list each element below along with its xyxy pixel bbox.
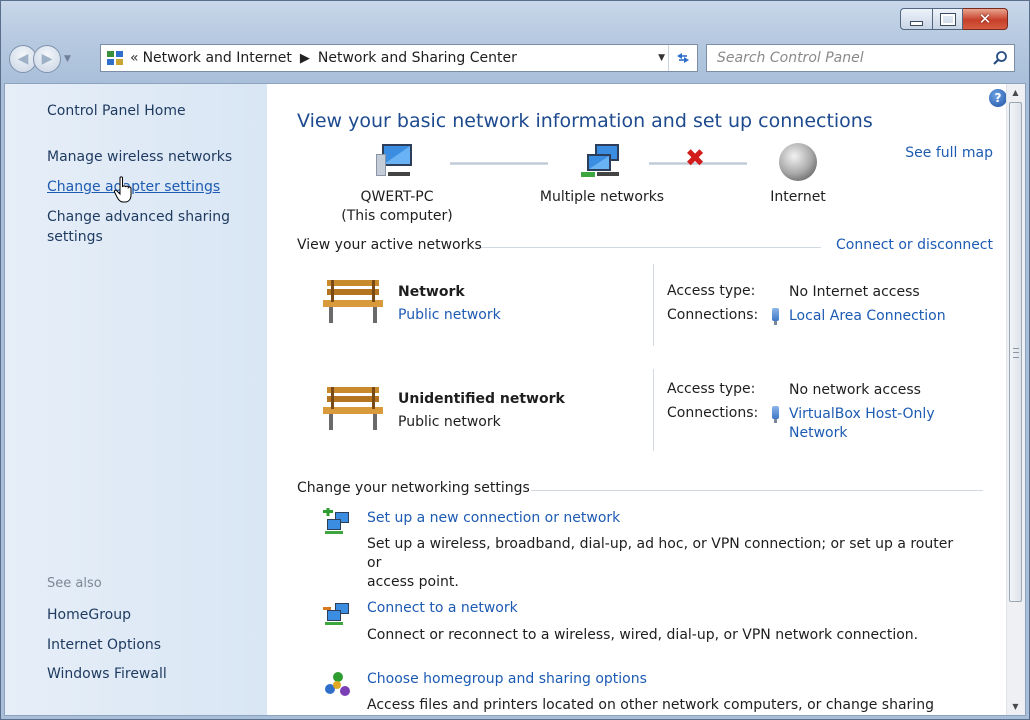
close-icon: ✕: [978, 10, 992, 28]
search-input[interactable]: [717, 50, 987, 66]
network-2-divider: [653, 369, 654, 451]
networking-settings-heading: Change your networking settings: [297, 480, 530, 496]
network-2-access-label: Access type:: [667, 381, 756, 397]
forward-arrow-icon: ▶: [41, 51, 53, 67]
internet-options-link[interactable]: Internet Options: [47, 635, 161, 655]
see-also-heading: See also: [47, 576, 102, 591]
connect-to-network-description: Connect or reconnect to a wireless, wire…: [367, 627, 919, 643]
map-internet-label: Internet: [770, 189, 826, 205]
ethernet-plug-icon: [772, 406, 779, 423]
network-1-name: Network: [398, 284, 465, 300]
active-networks-heading: View your active networks: [297, 237, 482, 253]
breadcrumb-network-sharing-center[interactable]: Network and Sharing Center: [318, 50, 517, 66]
connection-value-line-2: Network: [789, 425, 848, 441]
virtualbox-host-only-network-link[interactable]: VirtualBox Host-Only Network: [789, 405, 935, 443]
minimize-button[interactable]: [900, 8, 933, 30]
forward-button[interactable]: ▶: [33, 45, 61, 73]
connect-or-disconnect-link[interactable]: Connect or disconnect: [836, 237, 993, 253]
search-box: [706, 44, 1015, 72]
refresh-icon: [677, 53, 689, 63]
map-networks-label: Multiple networks: [539, 189, 665, 205]
computer-name: QWERT-PC: [360, 189, 434, 205]
page-title: View your basic network information and …: [297, 110, 873, 132]
manage-wireless-networks-link[interactable]: Manage wireless networks: [47, 147, 232, 167]
search-icon[interactable]: [992, 50, 1008, 66]
scrollbar-thumb[interactable]: [1009, 102, 1022, 602]
control-panel-home-link[interactable]: Control Panel Home: [47, 101, 186, 121]
control-panel-icon: [106, 50, 124, 66]
network-1-access-label: Access type:: [667, 283, 756, 299]
vertical-scrollbar[interactable]: ▲ ▼: [1006, 84, 1025, 715]
close-button[interactable]: ✕: [963, 8, 1008, 30]
task-1-desc-line-2: access point.: [367, 574, 459, 590]
homegroup-link[interactable]: HomeGroup: [47, 605, 131, 625]
globe-icon: [779, 143, 817, 181]
computer-sub: (This computer): [341, 208, 453, 224]
address-dropdown-icon[interactable]: ▼: [658, 53, 665, 63]
network-1-category-link[interactable]: Public network: [398, 307, 501, 323]
setup-new-connection-description: Set up a wireless, broadband, dial-up, a…: [367, 535, 967, 592]
computer-icon: [376, 144, 412, 176]
content-area: Control Panel Home Manage wireless netwo…: [4, 83, 1026, 716]
network-2-name: Unidentified network: [398, 391, 565, 407]
homegroup-sharing-options-link[interactable]: Choose homegroup and sharing options: [367, 671, 647, 687]
network-2-access-value: No network access: [789, 382, 921, 398]
network-2-category: Public network: [398, 414, 501, 430]
scroll-down-arrow-icon[interactable]: ▼: [1007, 698, 1024, 715]
task-1-desc-line-1: Set up a wireless, broadband, dial-up, a…: [367, 536, 954, 571]
address-bar[interactable]: « Network and Internet ▶ Network and Sha…: [100, 44, 698, 72]
maximize-button[interactable]: [933, 8, 963, 30]
section-divider: [531, 490, 983, 491]
task-sidebar: Control Panel Home Manage wireless netwo…: [5, 84, 267, 715]
network-1-connections-label: Connections:: [667, 307, 759, 323]
refresh-button[interactable]: [668, 45, 697, 71]
new-connection-icon: [323, 508, 349, 534]
breadcrumb-separator-icon[interactable]: ▶: [300, 51, 310, 66]
connection-value-line-1: VirtualBox Host-Only: [789, 406, 935, 422]
map-computer-label: QWERT-PC (This computer): [327, 188, 467, 226]
main-pane: ? View your basic network information an…: [267, 84, 1007, 715]
breadcrumb-network-internet[interactable]: Network and Internet: [143, 50, 292, 66]
ethernet-plug-icon: [772, 308, 779, 325]
scroll-up-arrow-icon[interactable]: ▲: [1007, 84, 1024, 101]
change-advanced-sharing-settings-link[interactable]: Change advanced sharing settings: [47, 207, 247, 247]
hand-cursor-icon: [113, 176, 132, 203]
window-caption-buttons: ✕: [900, 8, 1008, 30]
network-sharing-center-window: ✕ ◀ ▶ ▼ « Network and Internet ▶ Network…: [0, 0, 1030, 720]
connect-to-network-link[interactable]: Connect to a network: [367, 600, 518, 616]
back-arrow-icon: ◀: [17, 51, 29, 67]
multiple-networks-icon: [581, 144, 619, 177]
see-full-map-link[interactable]: See full map: [905, 145, 993, 161]
map-connection-line: [450, 162, 548, 165]
homegroup-sharing-description: Access files and printers located on oth…: [367, 697, 934, 713]
setup-new-connection-link[interactable]: Set up a new connection or network: [367, 510, 620, 526]
public-network-bench-icon: [323, 387, 383, 430]
help-icon[interactable]: ?: [989, 89, 1007, 107]
connect-to-network-icon: [323, 603, 349, 625]
network-1-divider: [653, 264, 654, 346]
local-area-connection-link[interactable]: Local Area Connection: [789, 307, 946, 326]
minimize-icon: [910, 20, 923, 26]
section-divider: [481, 247, 821, 248]
breadcrumb: « Network and Internet ▶ Network and Sha…: [130, 50, 517, 66]
network-1-access-value: No Internet access: [789, 284, 920, 300]
navigation-buttons: ◀ ▶ ▼: [9, 45, 71, 73]
network-2-connections-label: Connections:: [667, 405, 759, 421]
no-internet-x-icon: ✖: [685, 144, 706, 172]
public-network-bench-icon: [323, 280, 383, 323]
windows-firewall-link[interactable]: Windows Firewall: [47, 664, 167, 684]
homegroup-icon: [325, 672, 350, 696]
overflow-chevron[interactable]: «: [130, 50, 139, 66]
grip-icon: [1013, 348, 1019, 358]
maximize-icon: [939, 12, 956, 26]
recent-pages-dropdown-icon[interactable]: ▼: [64, 54, 71, 64]
